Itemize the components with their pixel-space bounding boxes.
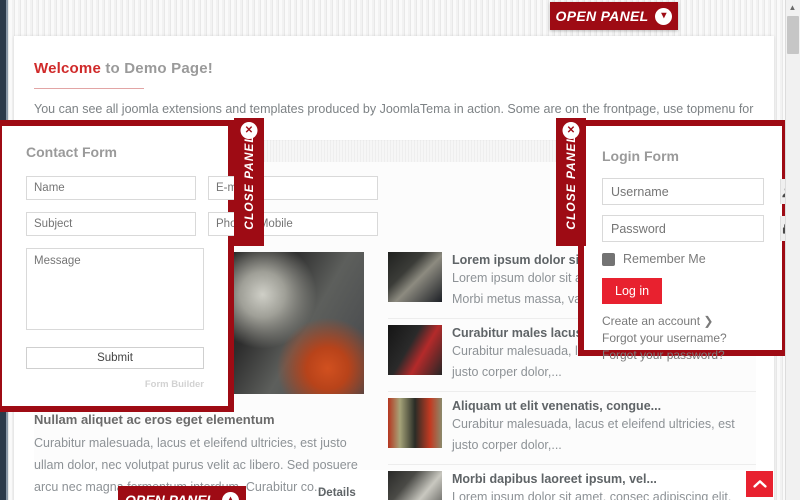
scrollbar-up-arrow[interactable]: ▲ [785,0,800,15]
feature-article-image [234,252,364,394]
list-item[interactable]: Morbi dapibus laoreet ipsum, vel... Lore… [388,465,756,500]
forgot-username-link[interactable]: Forgot your username? [602,330,764,347]
page-title: Welcome to Demo Page! [34,60,213,77]
username-input[interactable] [603,179,780,204]
page-root: Welcome to Demo Page! You can see all jo… [0,0,800,500]
article-title[interactable]: Aliquam ut elit venenatis, congue... [452,398,756,414]
password-input[interactable] [603,216,780,241]
forgot-password-link[interactable]: Forgot your password? [602,347,764,364]
login-form-body: Login Form Remember Me Log in Create an … [584,126,793,386]
scrollbar-thumb[interactable] [787,16,799,54]
login-form-panel: Login Form Remember Me Log in Create an … [578,120,793,362]
message-textarea[interactable] [26,248,204,330]
login-form-title: Login Form [602,148,679,164]
open-panel-bottom-label: OPEN PANEL [125,492,215,500]
create-account-link[interactable]: Create an account ❯ [602,313,764,330]
article-text: Aliquam ut elit venenatis, congue... Cur… [452,398,756,456]
list-item[interactable]: Aliquam ut elit venenatis, congue... Cur… [388,392,756,465]
scroll-to-top-button[interactable] [746,471,773,497]
article-thumbnail [388,252,442,302]
title-underline [34,88,144,89]
contact-form-row-1 [26,176,378,200]
password-field[interactable] [602,215,793,242]
contact-form-panel: Contact Form Submit Form Builder [0,120,378,412]
scrollbar-track[interactable]: ▲ [785,0,800,500]
remember-me-checkbox[interactable] [602,252,615,266]
article-text: Morbi dapibus laoreet ipsum, vel... Lore… [452,471,756,500]
close-panel-label: CLOSE PANEL [242,134,256,230]
submit-button[interactable]: Submit [26,347,204,369]
name-input[interactable] [26,176,196,200]
subject-input[interactable] [26,212,196,236]
remember-me-row[interactable]: Remember Me [602,252,764,266]
contact-form-title: Contact Form [26,144,117,160]
login-links: Create an account ❯ Forgot your username… [602,313,764,364]
page-title-highlight: Welcome [34,60,101,77]
remember-me-label: Remember Me [623,252,706,266]
chevron-down-icon: ▾ [655,7,673,25]
close-login-panel-tab[interactable]: ✕ CLOSE PANEL [556,118,586,246]
article-thumbnail [388,325,442,375]
contact-form-row-2 [26,212,378,236]
article-title[interactable]: Morbi dapibus laoreet ipsum, vel... [452,471,756,487]
article-description: Lorem ipsum dolor sit amet, consec adipi… [452,490,732,500]
close-contact-panel-tab[interactable]: ✕ CLOSE PANEL [234,118,264,246]
open-panel-top-tab[interactable]: OPEN PANEL ▾ [550,2,678,30]
chevron-up-icon [752,480,767,488]
open-panel-top-label: OPEN PANEL [555,8,649,24]
close-panel-label: CLOSE PANEL [564,134,578,230]
details-button[interactable]: Details [318,487,356,499]
chevron-up-icon: ▴ [221,491,239,500]
article-thumbnail [388,398,442,448]
feature-article-heading: Nullam aliquet ac eros eget elementum [34,412,275,427]
open-panel-bottom-tab[interactable]: OPEN PANEL ▴ [118,486,246,500]
article-thumbnail [388,471,442,500]
contact-form-body: Contact Form Submit Form Builder [2,126,378,408]
page-title-rest: to Demo Page! [100,60,213,77]
form-builder-credit: Form Builder [144,379,204,390]
article-description: Curabitur malesuada, lacus et eleifend u… [452,417,735,452]
login-button[interactable]: Log in [602,278,663,304]
username-field[interactable] [602,178,793,205]
